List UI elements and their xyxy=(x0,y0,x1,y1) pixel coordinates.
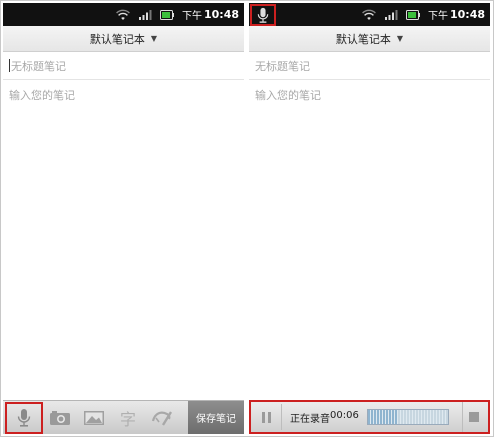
notebook-selector[interactable]: 默认笔记本 ▼ xyxy=(249,26,490,52)
save-note-button[interactable]: 保存笔记 xyxy=(188,400,244,434)
text-mode-button[interactable]: 字 xyxy=(111,401,145,435)
chevron-down-icon: ▼ xyxy=(150,34,158,43)
notebook-name: 默认笔记本 xyxy=(335,32,391,46)
clock-time: 10:48 xyxy=(449,8,485,21)
status-icons: 下午 10:48 xyxy=(362,3,485,26)
meter-tick xyxy=(424,410,427,424)
note-body-input[interactable]: 输入您的笔记 xyxy=(249,81,490,401)
clock: 下午 10:48 xyxy=(428,7,485,22)
note-title-input[interactable]: 无标题笔记 xyxy=(249,52,490,80)
signal-icon xyxy=(138,9,152,21)
notebook-name: 默认笔记本 xyxy=(89,32,145,46)
stop-recording-button[interactable] xyxy=(462,402,484,432)
meter-tick xyxy=(439,410,442,424)
image-icon xyxy=(84,410,104,425)
meter-tick xyxy=(376,410,379,424)
status-bar: 下午 10:48 xyxy=(249,3,490,26)
meter-tick xyxy=(415,410,418,424)
record-audio-button[interactable] xyxy=(5,401,43,434)
camera-button[interactable] xyxy=(43,401,77,435)
screen-editor: 下午 10:48 默认笔记本 ▼ 无标题笔记 输入您的笔记 字 保存笔记 xyxy=(3,3,244,434)
note-toolbar: 字 保存笔记 xyxy=(3,400,244,434)
screen-recording: 下午 10:48 默认笔记本 ▼ 无标题笔记 输入您的笔记 正在录音 00:06 xyxy=(249,3,490,434)
camera-icon xyxy=(50,410,70,425)
text-icon: 字 xyxy=(119,409,136,429)
notebook-selector[interactable]: 默认笔记本 ▼ xyxy=(3,26,244,52)
wifi-icon xyxy=(116,9,130,21)
note-title-placeholder: 无标题笔记 xyxy=(255,59,310,73)
handwriting-icon xyxy=(151,410,173,426)
handwriting-button[interactable] xyxy=(145,401,179,435)
pause-icon-bar xyxy=(267,411,271,423)
meter-tick xyxy=(403,410,406,424)
clock-ampm: 下午 xyxy=(427,11,448,22)
meter-tick xyxy=(406,410,409,424)
recording-status: 正在录音 00:06 xyxy=(290,410,359,425)
stop-icon xyxy=(468,412,479,422)
meter-tick xyxy=(412,410,415,424)
recording-elapsed: 00:06 xyxy=(330,409,359,421)
battery-icon xyxy=(405,9,420,21)
meter-tick xyxy=(430,410,433,424)
meter-tick xyxy=(397,410,400,424)
meter-tick xyxy=(409,410,412,424)
meter-tick xyxy=(391,410,394,424)
meter-tick xyxy=(394,410,397,424)
microphone-icon xyxy=(257,7,269,23)
clock: 下午 10:48 xyxy=(182,7,239,22)
signal-icon xyxy=(384,9,398,21)
meter-tick xyxy=(388,410,391,424)
meter-tick xyxy=(400,410,403,424)
recording-label: 正在录音 xyxy=(290,413,330,425)
recording-status-indicator xyxy=(250,4,276,26)
microphone-icon xyxy=(17,408,31,427)
meter-tick xyxy=(436,410,439,424)
meter-tick xyxy=(445,410,448,424)
audio-level-meter xyxy=(366,409,449,425)
insert-image-button[interactable] xyxy=(77,401,111,435)
meter-tick xyxy=(442,410,445,424)
note-title-placeholder: 无标题笔记 xyxy=(11,59,66,73)
meter-tick xyxy=(418,410,421,424)
clock-ampm: 下午 xyxy=(181,11,202,22)
status-icons: 下午 10:48 xyxy=(116,3,239,26)
meter-tick xyxy=(382,410,385,424)
recording-bar: 正在录音 00:06 xyxy=(249,400,490,434)
clock-time: 10:48 xyxy=(203,8,239,21)
pause-recording-button[interactable] xyxy=(255,402,277,432)
note-body-input[interactable]: 输入您的笔记 xyxy=(3,81,244,401)
note-title-input[interactable]: 无标题笔记 xyxy=(3,52,244,80)
wifi-icon xyxy=(362,9,376,21)
note-body-placeholder: 输入您的笔记 xyxy=(9,89,75,102)
meter-tick xyxy=(367,410,370,424)
note-body-placeholder: 输入您的笔记 xyxy=(255,89,321,102)
divider xyxy=(281,404,282,430)
meter-tick xyxy=(385,410,388,424)
chevron-down-icon: ▼ xyxy=(396,34,404,43)
meter-tick xyxy=(433,410,436,424)
battery-icon xyxy=(159,9,174,21)
meter-tick xyxy=(421,410,424,424)
meter-tick xyxy=(373,410,376,424)
meter-tick xyxy=(379,410,382,424)
meter-tick xyxy=(370,410,373,424)
status-bar: 下午 10:48 xyxy=(3,3,244,26)
pause-icon xyxy=(261,411,265,423)
text-cursor xyxy=(9,59,10,72)
meter-tick xyxy=(427,410,430,424)
